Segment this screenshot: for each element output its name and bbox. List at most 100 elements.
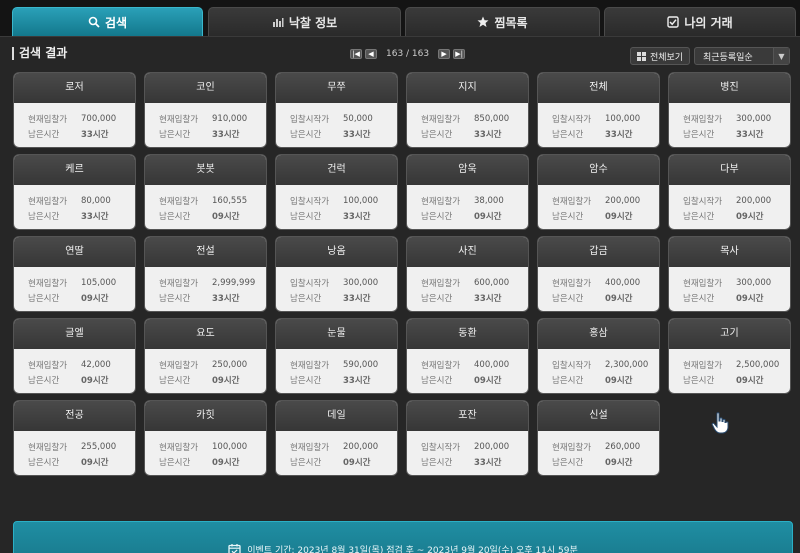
item-name: 목사 — [669, 237, 790, 267]
price-value: 2,999,999 — [212, 277, 256, 288]
item-card[interactable]: 목사 현재입찰가 300,000 남은시간 09시간 — [668, 236, 791, 312]
item-card[interactable]: 포잔 입찰시작가 200,000 남은시간 33시간 — [406, 400, 529, 476]
item-card[interactable]: 다부 입찰시작가 200,000 남은시간 09시간 — [668, 154, 791, 230]
price-value: 2,500,000 — [736, 359, 780, 370]
item-card[interactable]: 고기 현재입찰가 2,500,000 남은시간 09시간 — [668, 318, 791, 394]
item-card[interactable]: 데일 현재입찰가 200,000 남은시간 09시간 — [275, 400, 398, 476]
item-card[interactable]: 무쭈 입찰시작가 50,000 남은시간 33시간 — [275, 72, 398, 148]
item-name: 포잔 — [407, 401, 528, 431]
price-row: 현재입찰가 80,000 — [28, 193, 135, 208]
item-details: 현재입찰가 400,000 남은시간 09시간 — [538, 267, 659, 305]
price-row: 입찰시작가 100,000 — [290, 193, 397, 208]
time-label: 남은시간 — [28, 211, 60, 222]
item-name: 전설 — [145, 237, 266, 267]
item-card[interactable]: 암수 현재입찰가 200,000 남은시간 09시간 — [537, 154, 660, 230]
item-card[interactable]: 사진 현재입찰가 600,000 남은시간 33시간 — [406, 236, 529, 312]
item-card[interactable]: 전설 현재입찰가 2,999,999 남은시간 33시간 — [144, 236, 267, 312]
item-card[interactable]: 건럭입찰시작가 100,000 남은시간 33시간 — [275, 154, 398, 230]
item-details: 입찰시작가 100,000 남은시간 33시간 — [538, 103, 659, 141]
item-card[interactable]: 케르 현재입찰가 80,000 남은시간 33시간 — [13, 154, 136, 230]
price-label: 입찰시작가 — [290, 278, 330, 289]
price-label: 현재입찰가 — [28, 442, 68, 453]
next-page-button[interactable]: ▶ — [438, 49, 451, 59]
prev-page-button[interactable]: ◀ — [365, 49, 377, 59]
price-row: 현재입찰가 255,000 — [28, 439, 135, 454]
item-name: 병진 — [669, 73, 790, 103]
time-row: 남은시간 09시간 — [28, 372, 135, 387]
item-card[interactable]: 카힛 현재입찰가 100,000 남은시간 09시간 — [144, 400, 267, 476]
time-value: 33시간 — [736, 129, 764, 140]
item-card[interactable]: 홍삼 입찰시작가 2,300,000 남은시간 09시간 — [537, 318, 660, 394]
time-row: 남은시간 33시간 — [28, 126, 135, 141]
item-name: 건럭 — [276, 155, 397, 185]
item-card[interactable]: 동환 현재입찰가 400,000 남은시간 09시간 — [406, 318, 529, 394]
price-row: 현재입찰가 700,000 — [28, 111, 135, 126]
event-banner-text: 이벤트 기간: 2023년 8월 31일(목) 점검 후 ~ 2023년 9월 … — [247, 545, 578, 553]
item-card[interactable]: 갑금 현재입찰가 400,000 남은시간 09시간 — [537, 236, 660, 312]
last-page-button[interactable]: ▶| — [453, 49, 466, 59]
item-card[interactable]: 전체 입찰시작가 100,000 남은시간 33시간 — [537, 72, 660, 148]
item-card[interactable]: 지지 현재입찰가 850,000 남은시간 33시간 — [406, 72, 529, 148]
item-card[interactable]: 요도 현재입찰가 250,000 남은시간 09시간 — [144, 318, 267, 394]
item-details: 현재입찰가 300,000 남은시간 33시간 — [669, 103, 790, 141]
price-value: 300,000 — [343, 277, 379, 288]
item-details: 입찰시작가 200,000 남은시간 09시간 — [669, 185, 790, 223]
price-row: 현재입찰가 260,000 — [552, 439, 659, 454]
item-card[interactable]: 낭옴 입찰시작가 300,000 남은시간 33시간 — [275, 236, 398, 312]
item-card[interactable]: 전공 현재입찰가 255,000 남은시간 09시간 — [13, 400, 136, 476]
price-label: 현재입찰가 — [552, 196, 592, 207]
time-label: 남은시간 — [421, 293, 453, 304]
item-card[interactable]: 코인 현재입찰가 910,000 남은시간 33시간 — [144, 72, 267, 148]
tab-my-trades[interactable]: 나의 거래 — [604, 7, 796, 36]
price-value: 850,000 — [474, 113, 510, 124]
price-value: 100,000 — [212, 441, 248, 452]
item-card[interactable]: 로저 현재입찰가 700,000 남은시간 33시간 — [13, 72, 136, 148]
time-row: 남은시간 09시간 — [421, 208, 528, 223]
item-card[interactable]: 병진 현재입찰가 300,000 남은시간 33시간 — [668, 72, 791, 148]
item-card[interactable]: 신설 현재입찰가 260,000 남은시간 09시간 — [537, 400, 660, 476]
time-row: 남은시간 09시간 — [421, 372, 528, 387]
price-value: 250,000 — [212, 359, 248, 370]
item-details: 현재입찰가 80,000 남은시간 33시간 — [14, 185, 135, 223]
item-card[interactable]: 글엘 현재입찰가 42,000 남은시간 09시간 — [13, 318, 136, 394]
time-row: 남은시간 33시간 — [159, 126, 266, 141]
time-row: 남은시간 33시간 — [290, 372, 397, 387]
price-label: 현재입찰가 — [290, 442, 330, 453]
time-value: 09시간 — [474, 375, 502, 386]
time-row: 남은시간 33시간 — [421, 126, 528, 141]
item-card[interactable]: 연딸 현재입찰가 105,000 남은시간 09시간 — [13, 236, 136, 312]
time-row: 남은시간 09시간 — [159, 208, 266, 223]
sort-select[interactable]: 최근등록일순 ▼ — [694, 47, 790, 65]
star-icon — [477, 16, 489, 27]
time-value: 09시간 — [605, 211, 633, 222]
item-details: 현재입찰가 255,000 남은시간 09시간 — [14, 431, 135, 469]
time-value: 33시간 — [474, 457, 502, 468]
item-details: 현재입찰가 105,000 남은시간 09시간 — [14, 267, 135, 305]
price-value: 600,000 — [474, 277, 510, 288]
price-label: 입찰시작가 — [552, 114, 592, 125]
price-value: 255,000 — [81, 441, 117, 452]
tab-search[interactable]: 검색 — [12, 7, 203, 36]
item-details: 현재입찰가 200,000 남은시간 09시간 — [276, 431, 397, 469]
tab-bid-info[interactable]: 낙찰 정보 — [208, 7, 401, 36]
price-label: 현재입찰가 — [28, 360, 68, 371]
time-label: 남은시간 — [683, 375, 715, 386]
item-card[interactable]: 눈물 현재입찰가 590,000 남은시간 33시간 — [275, 318, 398, 394]
item-details: 현재입찰가 200,000 남은시간 09시간 — [538, 185, 659, 223]
item-card[interactable]: 봇봇 현재입찰가 160,555 남은시간 09시간 — [144, 154, 267, 230]
time-label: 남은시간 — [421, 129, 453, 140]
time-label: 남은시간 — [552, 293, 584, 304]
price-row: 현재입찰가 200,000 — [290, 439, 397, 454]
time-label: 남은시간 — [421, 211, 453, 222]
first-page-button[interactable]: |◀ — [350, 49, 362, 59]
price-row: 현재입찰가 600,000 — [421, 275, 528, 290]
time-row: 남은시간 33시간 — [290, 208, 397, 223]
time-value: 33시간 — [343, 375, 371, 386]
tab-wishlist[interactable]: 찜목록 — [405, 7, 600, 36]
time-label: 남은시간 — [28, 293, 60, 304]
time-row: 남은시간 33시간 — [683, 126, 790, 141]
view-all-button[interactable]: 전체보기 — [630, 47, 690, 65]
item-card[interactable]: 암욱 현재입찰가 38,000 남은시간 09시간 — [406, 154, 529, 230]
time-value: 09시간 — [212, 211, 240, 222]
time-row: 남은시간 33시간 — [421, 454, 528, 469]
